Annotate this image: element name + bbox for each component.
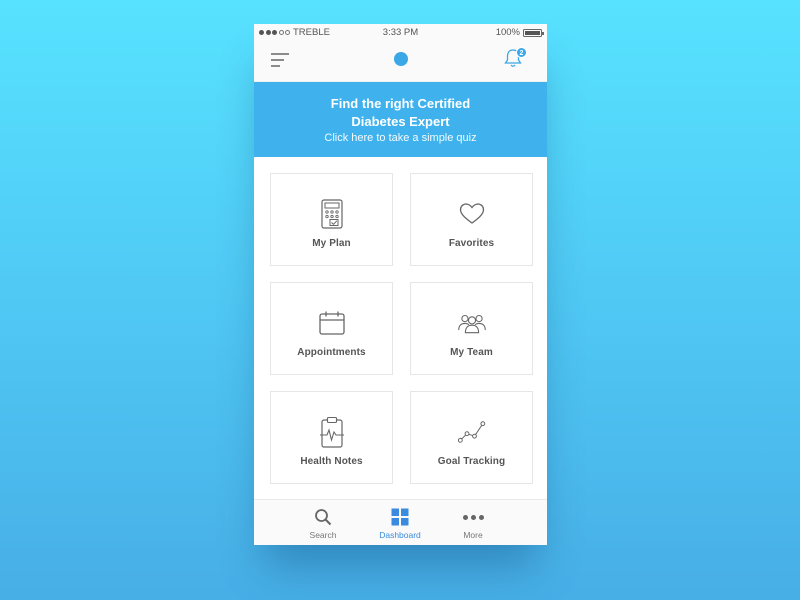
notifications-button[interactable]: 2 xyxy=(503,47,527,71)
tab-more[interactable]: More xyxy=(443,507,503,540)
bottom-tab-bar: Search Dashboard More xyxy=(254,499,547,545)
quiz-banner[interactable]: Find the right Certified Diabetes Expert… xyxy=(254,82,547,157)
tab-label: Dashboard xyxy=(379,530,421,540)
hamburger-menu-icon[interactable] xyxy=(270,52,290,68)
calendar-icon xyxy=(317,308,347,338)
dashboard-grid: My Plan Favorites Appointments My Team H… xyxy=(270,173,533,484)
status-bar: TREBLE 3:33 PM 100% xyxy=(254,24,547,42)
more-dots-icon xyxy=(443,507,503,527)
tab-search[interactable]: Search xyxy=(293,507,353,540)
tile-label: Goal Tracking xyxy=(437,456,506,467)
battery-status: 100% xyxy=(495,27,544,38)
tile-my-plan[interactable]: My Plan xyxy=(270,173,393,266)
notification-badge: 2 xyxy=(516,47,527,58)
banner-subtitle: Click here to take a simple quiz xyxy=(324,132,477,144)
tile-goal-tracking[interactable]: Goal Tracking xyxy=(410,391,533,484)
grid-icon xyxy=(370,507,430,527)
banner-title: Find the right Certified Diabetes Expert xyxy=(330,96,471,129)
battery-percent: 100% xyxy=(495,27,520,38)
tile-label: Appointments xyxy=(297,347,366,358)
tile-my-team[interactable]: My Team xyxy=(410,282,533,375)
tile-label: Health Notes xyxy=(300,456,363,467)
top-nav-bar: 2 xyxy=(254,42,547,82)
calculator-plan-icon xyxy=(317,199,347,229)
battery-icon xyxy=(523,28,544,37)
clipboard-heartbeat-icon xyxy=(317,416,347,448)
tab-label: Search xyxy=(309,530,337,540)
tile-appointments[interactable]: Appointments xyxy=(270,282,393,375)
tab-label: More xyxy=(463,530,483,540)
tile-favorites[interactable]: Favorites xyxy=(410,173,533,266)
logo-dot-icon xyxy=(394,52,408,66)
tile-health-notes[interactable]: Health Notes xyxy=(270,391,393,484)
tile-label: My Plan xyxy=(312,238,351,249)
phone-screen: TREBLE 3:33 PM 100% 2 Find the right Cer… xyxy=(254,24,547,545)
search-icon xyxy=(293,507,353,527)
tile-label: Favorites xyxy=(448,238,495,249)
team-icon xyxy=(457,308,487,338)
heart-icon xyxy=(457,199,487,229)
tile-label: My Team xyxy=(450,347,493,358)
tab-dashboard[interactable]: Dashboard xyxy=(370,507,430,540)
line-chart-icon xyxy=(457,417,487,447)
